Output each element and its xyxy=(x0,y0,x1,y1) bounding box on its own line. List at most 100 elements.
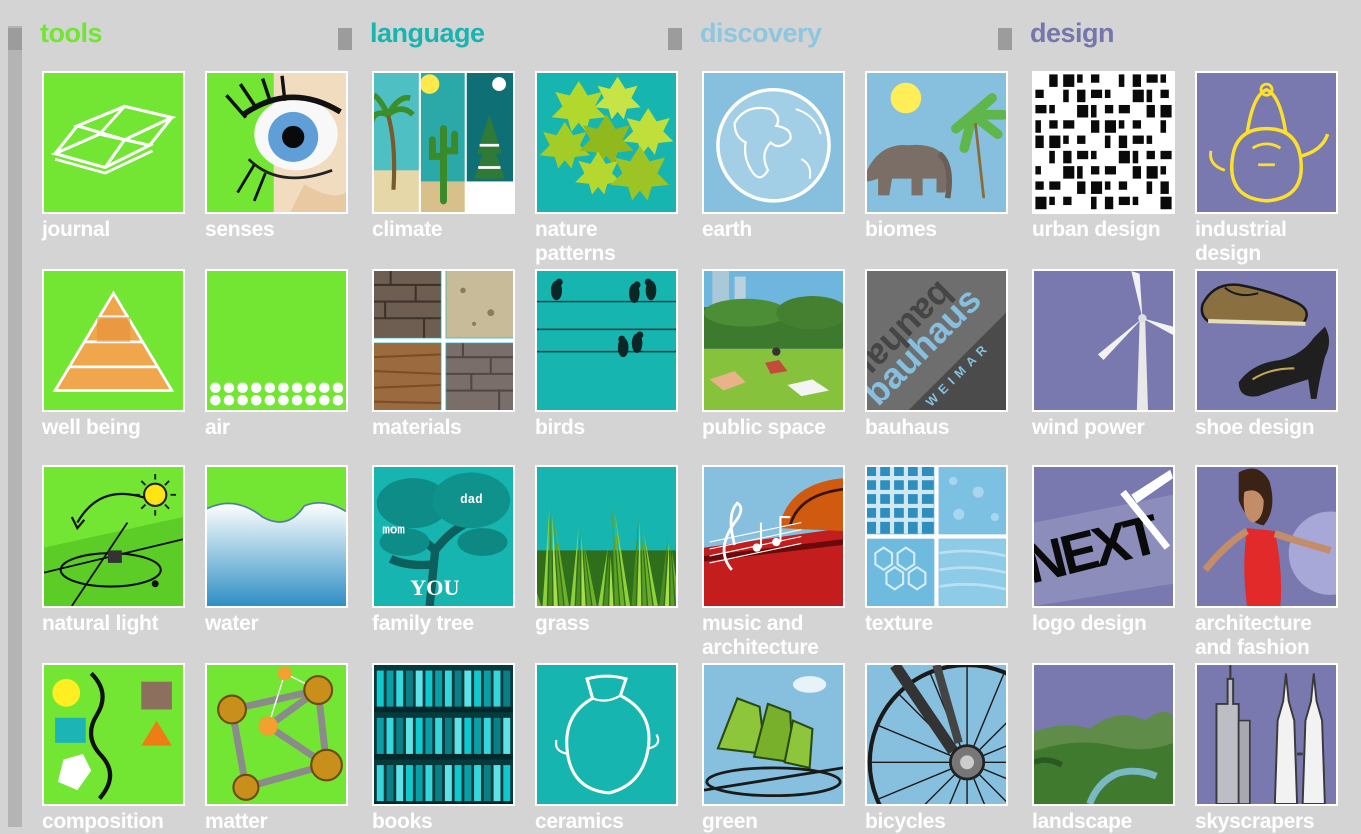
tab-discovery[interactable]: discovery xyxy=(682,6,972,54)
topic-caption-ceramics[interactable]: ceramics xyxy=(535,810,695,834)
water-wave-icon xyxy=(207,501,346,606)
topic-caption-architecture-and-fashion[interactable]: architecture and fashion xyxy=(1195,612,1355,660)
topic-caption-skyscrapers[interactable]: skyscrapers xyxy=(1195,810,1355,834)
open-book-icon xyxy=(50,104,177,175)
park-icon xyxy=(704,271,843,410)
bauhaus-icon: bauhaus WEIMAR bauhaus xyxy=(867,271,1006,410)
topic-caption-climate[interactable]: climate xyxy=(372,218,532,242)
topic-caption-bicycles[interactable]: bicycles xyxy=(865,810,1025,834)
topic-caption-green[interactable]: green xyxy=(702,810,862,834)
topic-tile-texture[interactable] xyxy=(865,465,1008,608)
topic-tile-green[interactable] xyxy=(702,663,845,806)
topic-caption-logo-design[interactable]: logo design xyxy=(1032,612,1192,636)
topic-tile-water[interactable] xyxy=(205,465,348,608)
topic-caption-birds[interactable]: birds xyxy=(535,416,695,440)
topic-caption-wind-power[interactable]: wind power xyxy=(1032,416,1192,440)
topic-tile-bicycles[interactable] xyxy=(865,663,1008,806)
tab-label: design xyxy=(1030,18,1115,48)
logo-icon: NEXT xyxy=(1034,469,1173,606)
topic-caption-natural-light[interactable]: natural light xyxy=(42,612,202,636)
topic-tile-wind-power[interactable] xyxy=(1032,269,1175,412)
tab-design[interactable]: design xyxy=(1012,6,1302,54)
topic-tile-music-and-architecture[interactable] xyxy=(702,465,845,608)
topic-caption-public-space[interactable]: public space xyxy=(702,416,862,440)
topic-caption-music-and-architecture[interactable]: music and architecture xyxy=(702,612,862,660)
topic-caption-books[interactable]: books xyxy=(372,810,532,834)
topic-tile-skyscrapers[interactable] xyxy=(1195,663,1338,806)
topic-tile-well-being[interactable] xyxy=(42,269,185,412)
topic-tile-books[interactable] xyxy=(372,663,515,806)
topic-tile-natural-light[interactable] xyxy=(42,465,185,608)
tab-tools[interactable]: tools xyxy=(22,6,312,54)
topic-tile-earth[interactable] xyxy=(702,71,845,214)
bookshelf-icon xyxy=(374,665,513,804)
topic-caption-texture[interactable]: texture xyxy=(865,612,1025,636)
topic-caption-landscape[interactable]: landscape xyxy=(1032,810,1192,834)
topic-caption-water[interactable]: water xyxy=(205,612,365,636)
topic-caption-materials[interactable]: materials xyxy=(372,416,532,440)
left-edge xyxy=(8,26,22,827)
tab-label: language xyxy=(370,18,485,48)
pyramid-icon xyxy=(52,290,175,392)
kettle-icon xyxy=(1209,82,1330,203)
topic-caption-air[interactable]: air xyxy=(205,416,365,440)
topic-caption-bauhaus[interactable]: bauhaus xyxy=(865,416,1025,440)
topic-tile-bauhaus[interactable]: bauhaus WEIMAR bauhaus xyxy=(865,269,1008,412)
music-icon xyxy=(704,478,843,606)
tab-label: tools xyxy=(40,18,103,48)
topic-tile-industrial-design[interactable] xyxy=(1195,71,1338,214)
topic-caption-earth[interactable]: earth xyxy=(702,218,862,242)
topic-tile-public-space[interactable] xyxy=(702,269,845,412)
topic-tile-architecture-and-fashion[interactable] xyxy=(1195,465,1338,608)
molecule-icon xyxy=(217,666,343,801)
topic-caption-composition[interactable]: composition xyxy=(42,810,202,834)
topic-caption-matter[interactable]: matter xyxy=(205,810,365,834)
tab-language[interactable]: language xyxy=(352,6,642,54)
fashion-icon xyxy=(1202,468,1336,606)
topic-tile-grass[interactable] xyxy=(535,465,678,608)
eye-icon xyxy=(225,73,346,212)
green-building-icon xyxy=(704,676,843,798)
skyscraper-icon xyxy=(1215,665,1326,804)
topic-caption-industrial-design[interactable]: industrial design xyxy=(1195,218,1355,266)
vase-icon xyxy=(554,674,660,795)
landscape-icon xyxy=(1034,711,1173,804)
topic-tile-air[interactable] xyxy=(205,269,348,412)
elephant-icon xyxy=(867,82,1006,199)
family-tree-icon: dad mom YOU xyxy=(376,472,511,606)
svg-text:dad: dad xyxy=(460,493,483,507)
svg-text:mom: mom xyxy=(382,524,405,538)
topic-tile-materials[interactable] xyxy=(372,269,515,412)
topic-caption-journal[interactable]: journal xyxy=(42,218,202,242)
topic-tile-landscape[interactable] xyxy=(1032,663,1175,806)
topic-caption-family-tree[interactable]: family tree xyxy=(372,612,532,636)
topic-tile-nature-patterns[interactable] xyxy=(535,71,678,214)
topic-tile-senses[interactable] xyxy=(205,71,348,214)
topic-tile-composition[interactable] xyxy=(42,663,185,806)
topic-tile-climate[interactable] xyxy=(372,71,515,214)
topic-caption-well-being[interactable]: well being xyxy=(42,416,202,440)
wind-turbine-icon xyxy=(1097,271,1173,410)
topic-tile-biomes[interactable] xyxy=(865,71,1008,214)
topic-caption-senses[interactable]: senses xyxy=(205,218,365,242)
topic-tile-urban-design[interactable] xyxy=(1032,71,1175,214)
topic-caption-biomes[interactable]: biomes xyxy=(865,218,1025,242)
topic-tile-logo-design[interactable]: NEXT xyxy=(1032,465,1175,608)
topic-caption-nature-patterns[interactable]: nature patterns xyxy=(535,218,695,266)
globe-icon xyxy=(716,87,831,203)
leaves-icon xyxy=(539,76,674,201)
topic-tile-ceramics[interactable] xyxy=(535,663,678,806)
shapes-icon xyxy=(52,671,172,800)
city-plan-icon xyxy=(1034,73,1173,212)
topic-caption-shoe-design[interactable]: shoe design xyxy=(1195,416,1355,440)
grass-icon xyxy=(537,504,676,606)
climate-icon xyxy=(374,73,513,212)
topic-caption-grass[interactable]: grass xyxy=(535,612,695,636)
topic-tile-family-tree[interactable]: dad mom YOU xyxy=(372,465,515,608)
topic-tile-birds[interactable] xyxy=(535,269,678,412)
topic-tile-matter[interactable] xyxy=(205,663,348,806)
topic-tile-shoe-design[interactable] xyxy=(1195,269,1338,412)
topic-tile-journal[interactable] xyxy=(42,71,185,214)
topic-caption-urban-design[interactable]: urban design xyxy=(1032,218,1192,242)
shoes-icon xyxy=(1200,283,1330,399)
